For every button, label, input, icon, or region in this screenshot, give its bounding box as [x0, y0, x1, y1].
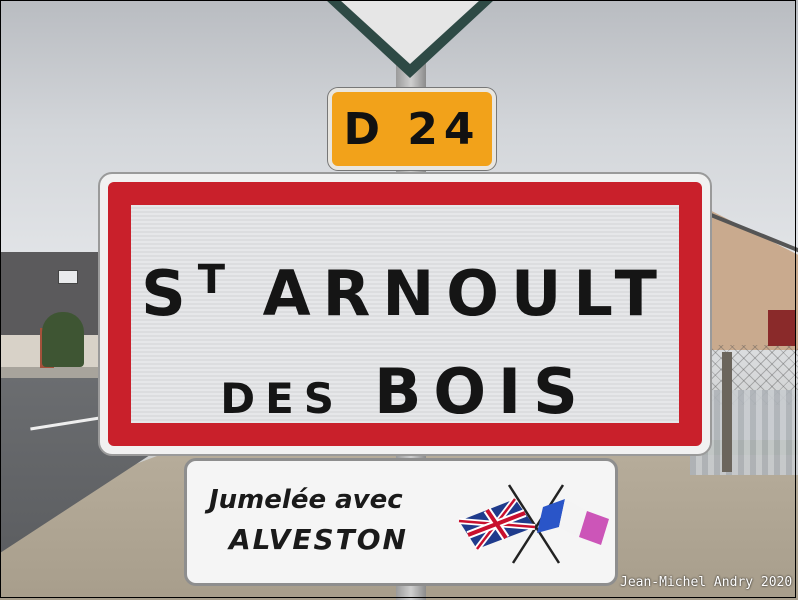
fence-post	[722, 352, 732, 472]
twinning-sign: Jumelée avec ALVESTON	[184, 458, 618, 586]
yield-sign-icon	[326, 0, 494, 78]
route-number: D 24	[343, 103, 481, 155]
hedge	[42, 312, 84, 367]
photo-scene: D 24 ST ARNOULT DES BOIS Jumelée avec ALV…	[0, 0, 798, 600]
twin-town-name: ALVESTON	[229, 523, 408, 556]
town-name-des: DES	[220, 374, 345, 423]
french-flag-icon	[537, 499, 609, 545]
town-name-main: ARNOULT	[262, 257, 669, 330]
roof-window	[58, 270, 78, 284]
town-name-bois: BOIS	[374, 355, 590, 428]
town-sign-red-border: ST ARNOULT DES BOIS	[108, 182, 702, 446]
town-name-line1: ST ARNOULT	[131, 257, 679, 330]
photo-credit: Jean-Michel Andry 2020	[620, 575, 793, 590]
route-sign-d24: D 24	[328, 88, 496, 170]
right-house-door	[768, 310, 796, 346]
town-name-line2: DES BOIS	[131, 355, 679, 428]
twinning-text: Jumelée avec	[209, 485, 403, 515]
town-entrance-sign: ST ARNOULT DES BOIS	[98, 172, 712, 456]
saint-prefix-superscript: T	[197, 257, 230, 303]
saint-prefix: S	[141, 257, 198, 330]
crossed-flags-icon	[458, 484, 609, 564]
